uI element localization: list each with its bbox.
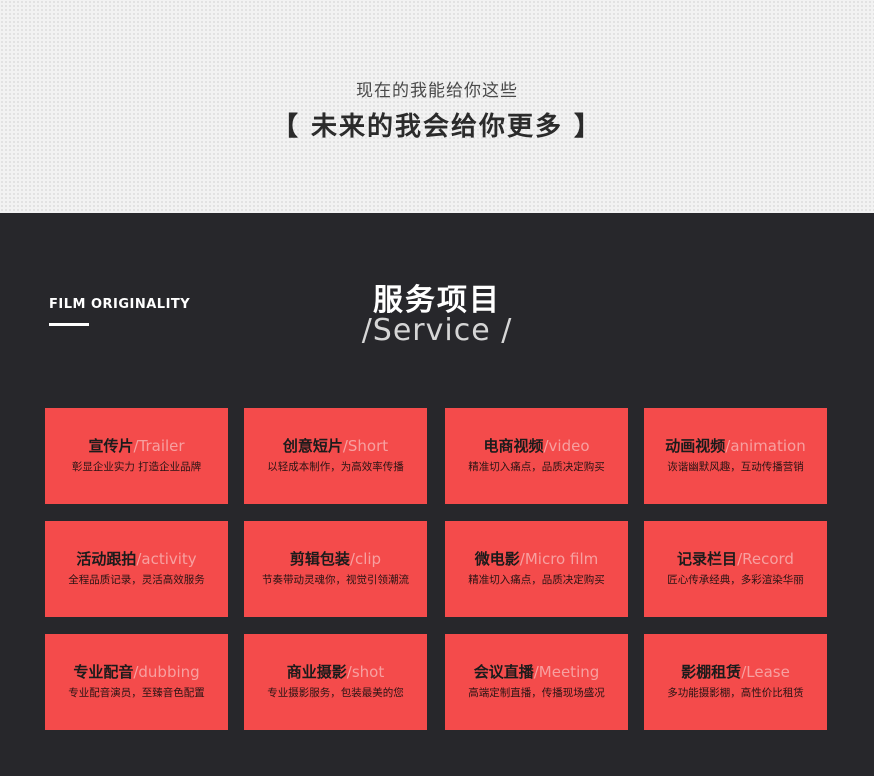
service-section: FILM ORIGINALITY 服务项目 /Service / 宣传片/Tra… [0, 213, 874, 776]
card-title: 影棚租赁 [681, 663, 742, 681]
card-title: 商业摄影 [286, 663, 347, 681]
card-title-en: /Record [737, 550, 794, 568]
card-description: 专业摄影服务，包装最美的您 [267, 687, 404, 699]
card-heading: 电商视频/video [445, 436, 628, 456]
card-heading: 商业摄影/shot [244, 662, 427, 682]
card-title-en: /Short [342, 437, 389, 455]
card-heading: 创意短片/Short [244, 436, 427, 456]
intro-band: 现在的我能给你这些 【 未来的我会给你更多 】 [0, 0, 874, 213]
card-description: 精准切入痛点，品质决定购买 [468, 461, 605, 473]
card-title: 宣传片 [88, 437, 134, 455]
card-heading: 宣传片/Trailer [45, 436, 228, 456]
card-title: 电商视频 [483, 437, 544, 455]
service-card-activity[interactable]: 活动跟拍/activity 全程品质记录，灵活高效服务 [45, 521, 228, 617]
card-description: 节奏带动灵魂你，视觉引领潮流 [262, 574, 409, 586]
card-title: 专业配音 [73, 663, 134, 681]
card-heading: 剪辑包装/clip [244, 549, 427, 569]
card-title: 动画视频 [665, 437, 726, 455]
intro-title: 【 未来的我会给你更多 】 [271, 112, 603, 142]
card-title: 剪辑包装 [289, 550, 350, 568]
card-title-en: /animation [725, 437, 806, 455]
card-heading: 专业配音/dubbing [45, 662, 228, 682]
card-description: 精准切入痛点，品质决定购买 [468, 574, 605, 586]
card-title-en: /video [543, 437, 590, 455]
section-subtitle: /Service / [361, 313, 513, 348]
intro-subtitle: 现在的我能给你这些 [356, 81, 518, 101]
card-description: 以轻成本制作，为高效率传播 [267, 461, 404, 473]
card-heading: 记录栏目/Record [644, 549, 827, 569]
card-description: 全程品质记录，灵活高效服务 [68, 574, 205, 586]
card-heading: 活动跟拍/activity [45, 549, 228, 569]
card-title-en: /clip [349, 550, 382, 568]
card-description: 诙谐幽默风趣，互动传播营销 [667, 461, 804, 473]
card-description: 专业配音演员，至臻音色配置 [68, 687, 205, 699]
card-title-en: /Micro film [519, 550, 599, 568]
service-card-clip[interactable]: 剪辑包装/clip 节奏带动灵魂你，视觉引领潮流 [244, 521, 427, 617]
card-description: 彰显企业实力 打造企业品牌 [71, 461, 202, 473]
service-card-short[interactable]: 创意短片/Short 以轻成本制作，为高效率传播 [244, 408, 427, 504]
card-title: 活动跟拍 [76, 550, 137, 568]
service-card-lease[interactable]: 影棚租赁/Lease 多功能摄影棚，高性价比租赁 [644, 634, 827, 730]
service-card-trailer[interactable]: 宣传片/Trailer 彰显企业实力 打造企业品牌 [45, 408, 228, 504]
card-description: 匠心传承经典，多彩渲染华丽 [667, 574, 804, 586]
card-title: 创意短片 [282, 437, 343, 455]
service-card-shot[interactable]: 商业摄影/shot 专业摄影服务，包装最美的您 [244, 634, 427, 730]
card-title-en: /dubbing [133, 663, 200, 681]
service-card-record[interactable]: 记录栏目/Record 匠心传承经典，多彩渲染华丽 [644, 521, 827, 617]
card-description: 高端定制直播，传播现场盛况 [468, 687, 605, 699]
card-title-en: /Lease [741, 663, 790, 681]
card-title: 微电影 [474, 550, 520, 568]
card-title-en: /shot [346, 663, 385, 681]
card-heading: 会议直播/Meeting [445, 662, 628, 682]
service-card-animation[interactable]: 动画视频/animation 诙谐幽默风趣，互动传播营销 [644, 408, 827, 504]
service-card-meeting[interactable]: 会议直播/Meeting 高端定制直播，传播现场盛况 [445, 634, 628, 730]
card-title-en: /activity [136, 550, 197, 568]
card-heading: 影棚租赁/Lease [644, 662, 827, 682]
service-card-micro-film[interactable]: 微电影/Micro film 精准切入痛点，品质决定购买 [445, 521, 628, 617]
service-card-video[interactable]: 电商视频/video 精准切入痛点，品质决定购买 [445, 408, 628, 504]
card-heading: 微电影/Micro film [445, 549, 628, 569]
card-title: 记录栏目 [677, 550, 738, 568]
card-title: 会议直播 [473, 663, 534, 681]
service-card-dubbing[interactable]: 专业配音/dubbing 专业配音演员，至臻音色配置 [45, 634, 228, 730]
card-title-en: /Trailer [133, 437, 185, 455]
card-heading: 动画视频/animation [644, 436, 827, 456]
card-description: 多功能摄影棚，高性价比租赁 [667, 687, 804, 699]
card-title-en: /Meeting [533, 663, 600, 681]
